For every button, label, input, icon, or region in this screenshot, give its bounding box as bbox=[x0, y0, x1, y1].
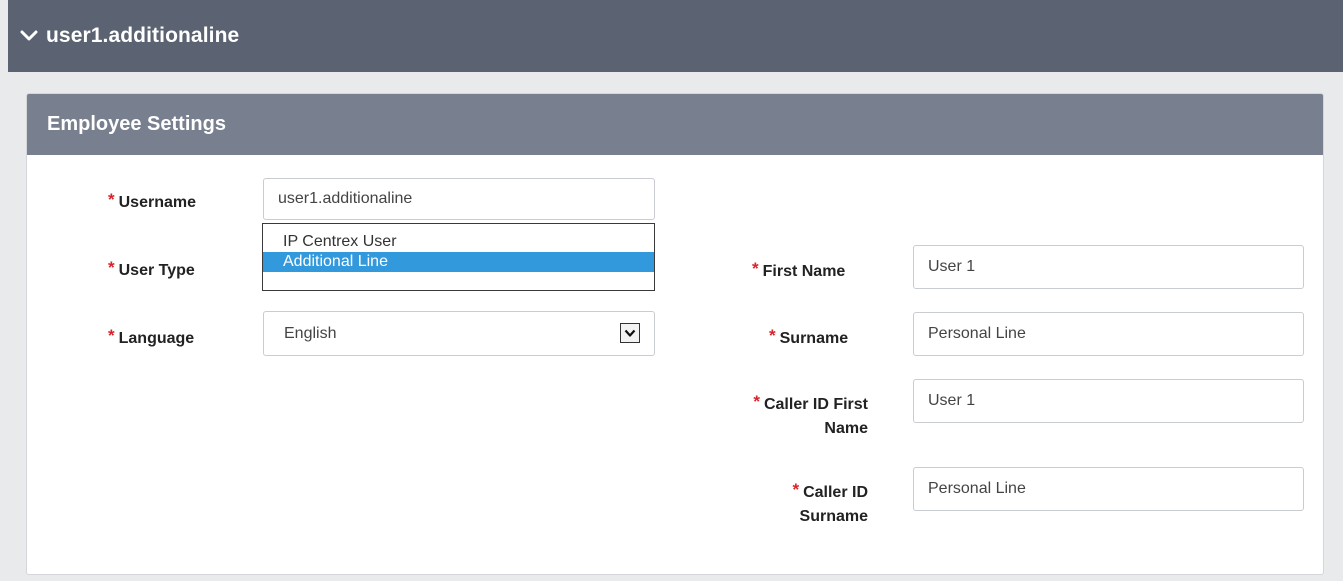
language-label: * Language bbox=[108, 326, 195, 347]
caller-id-surname-label: * Caller ID Surname bbox=[792, 480, 868, 525]
required-asterisk: * bbox=[108, 190, 115, 209]
header-title: user1.additionaline bbox=[46, 24, 240, 47]
username-label: * Username bbox=[108, 190, 196, 211]
chevron-down-icon[interactable] bbox=[620, 323, 640, 343]
panel-title: Employee Settings bbox=[27, 94, 1323, 155]
language-select[interactable]: English bbox=[263, 311, 655, 356]
surname-input[interactable] bbox=[913, 312, 1304, 356]
user-type-dropdown-list[interactable]: IP Centrex User Additional Line bbox=[262, 223, 655, 291]
required-asterisk: * bbox=[108, 258, 115, 277]
user-type-label: * User Type bbox=[108, 258, 195, 279]
collapsible-header[interactable]: user1.additionaline bbox=[8, 0, 1343, 72]
required-asterisk: * bbox=[769, 326, 776, 345]
caller-id-surname-input[interactable] bbox=[913, 467, 1304, 511]
surname-label: * Surname bbox=[769, 326, 849, 347]
language-value: English bbox=[284, 324, 337, 342]
caller-id-first-name-label: * Caller ID First Name bbox=[753, 392, 868, 437]
first-name-label: * First Name bbox=[752, 259, 846, 280]
required-asterisk: * bbox=[792, 480, 800, 499]
first-name-input[interactable] bbox=[913, 245, 1304, 289]
username-input[interactable] bbox=[263, 178, 655, 220]
required-asterisk: * bbox=[752, 259, 759, 278]
user-type-option-ip-centrex-user[interactable]: IP Centrex User bbox=[263, 232, 654, 252]
required-asterisk: * bbox=[753, 392, 760, 411]
chevron-down-icon[interactable] bbox=[20, 27, 38, 45]
caller-id-first-name-input[interactable] bbox=[913, 379, 1304, 423]
page: user1.additionaline Employee Settings * U… bbox=[0, 0, 1343, 581]
required-asterisk: * bbox=[108, 326, 115, 345]
user-type-option-additional-line[interactable]: Additional Line bbox=[263, 252, 654, 272]
